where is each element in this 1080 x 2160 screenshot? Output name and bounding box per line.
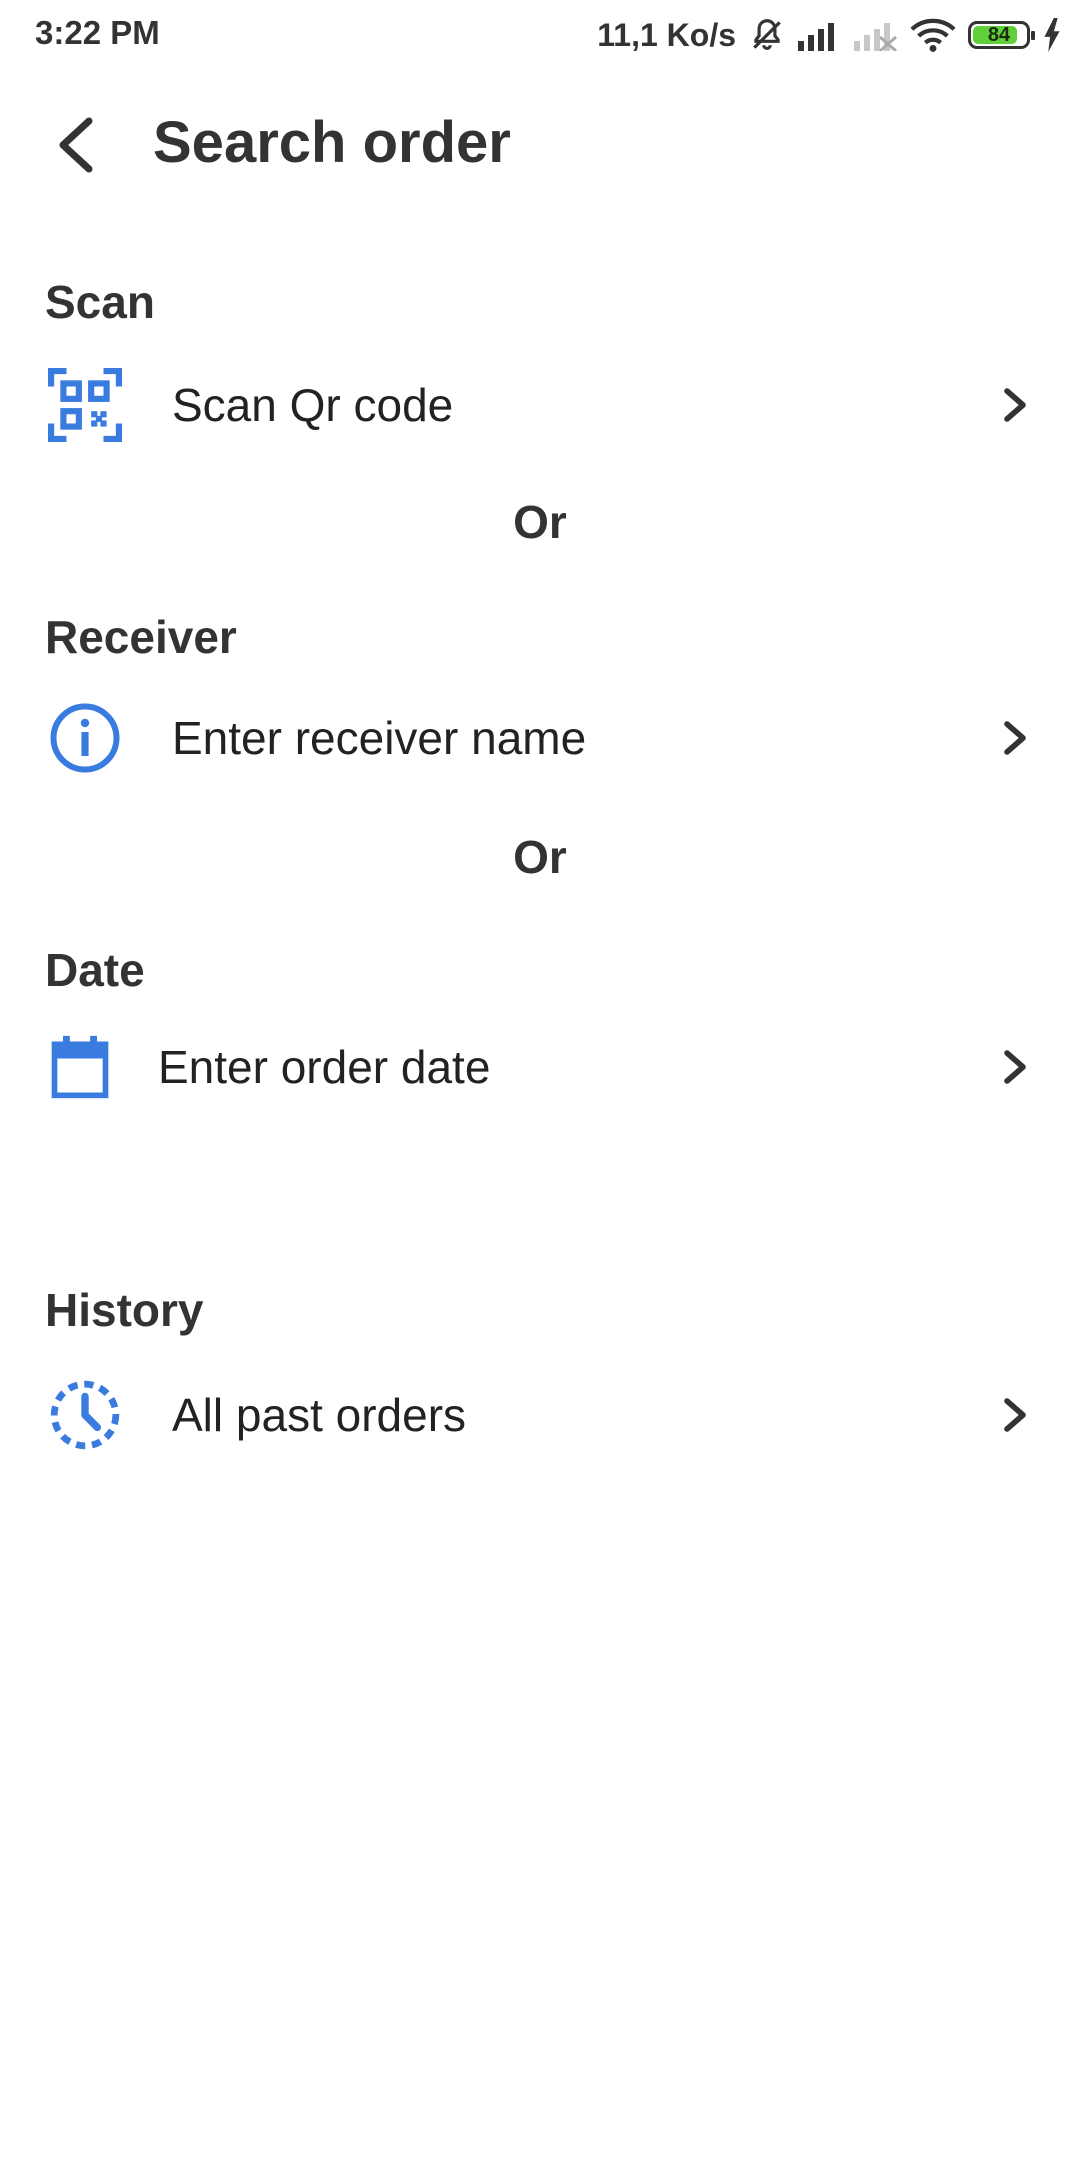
- back-arrow-icon: [59, 117, 93, 173]
- section-label-scan: Scan: [45, 276, 155, 328]
- receiver-name-label: Enter receiver name: [172, 712, 587, 764]
- scan-qr-row[interactable]: Scan Qr code: [0, 350, 1080, 460]
- chevron-right-icon: [995, 713, 1035, 763]
- battery-icon: 84: [968, 21, 1035, 49]
- chevron-right-icon: [995, 1042, 1035, 1092]
- section-label-date: Date: [45, 944, 145, 996]
- or-separator: Or: [513, 496, 567, 548]
- chevron-right-icon: [995, 1390, 1035, 1440]
- page-title: Search order: [153, 110, 511, 175]
- or-separator: Or: [513, 831, 567, 883]
- qr-code-icon: [45, 365, 125, 445]
- battery-level: 84: [987, 23, 1011, 46]
- signal-icon: [798, 19, 842, 51]
- history-clock-icon: [45, 1375, 125, 1455]
- past-orders-label: All past orders: [172, 1389, 467, 1441]
- charging-icon: [1042, 18, 1062, 52]
- order-date-label: Enter order date: [158, 1041, 491, 1093]
- status-time: 3:22 PM: [35, 14, 160, 51]
- past-orders-row[interactable]: All past orders: [0, 1360, 1080, 1470]
- section-label-receiver: Receiver: [45, 611, 237, 663]
- order-date-row[interactable]: Enter order date: [0, 1012, 1080, 1122]
- network-speed: 11,1 Ko/s: [597, 16, 736, 53]
- calendar-icon: [40, 1027, 120, 1107]
- scan-qr-label: Scan Qr code: [172, 379, 454, 431]
- status-icons: 11,1 Ko/s 84: [597, 10, 1062, 60]
- status-bar: 3:22 PM 11,1 Ko/s 84: [0, 0, 1080, 70]
- section-label-history: History: [45, 1284, 204, 1336]
- chevron-right-icon: [995, 380, 1035, 430]
- receiver-name-row[interactable]: Enter receiver name: [0, 683, 1080, 793]
- info-icon: [45, 698, 125, 778]
- wifi-icon: [910, 17, 956, 53]
- signal-empty-icon: [854, 19, 898, 51]
- bell-muted-icon: [748, 16, 786, 54]
- app-bar: Search order: [0, 90, 1080, 200]
- back-button[interactable]: [40, 110, 110, 180]
